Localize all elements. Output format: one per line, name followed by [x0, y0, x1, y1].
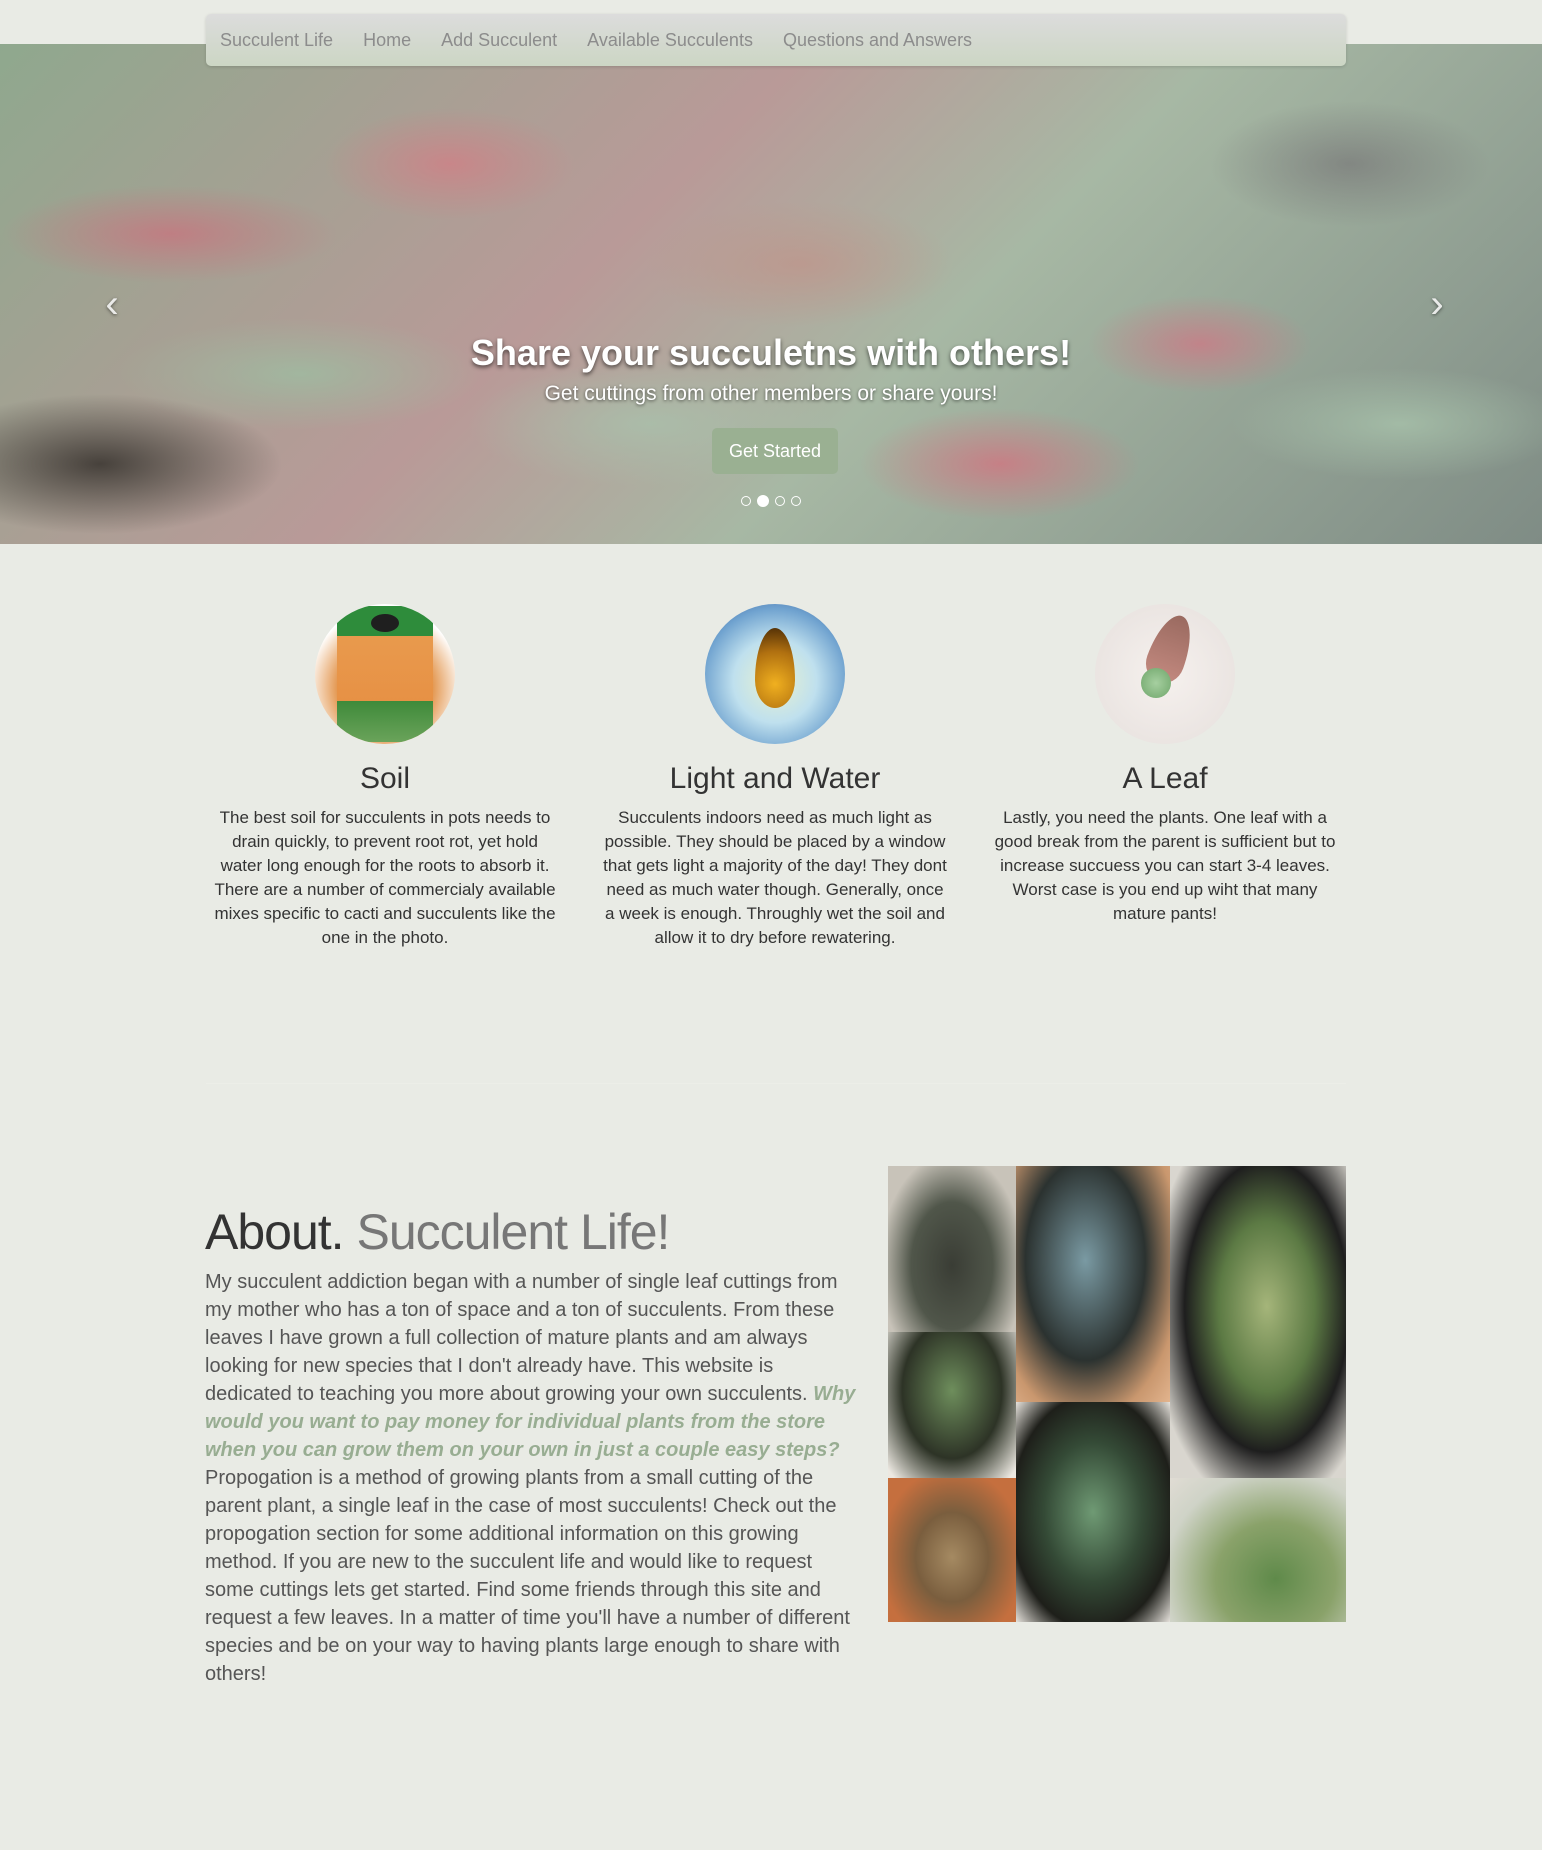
carousel-indicator-1[interactable] — [741, 496, 751, 506]
get-started-button[interactable]: Get Started — [712, 428, 838, 474]
feature-a-leaf: A Leaf Lastly, you need the plants. One … — [990, 604, 1340, 926]
potting-mix-image — [315, 604, 455, 744]
feature-light-and-water: Light and Water Succulents indoors need … — [600, 604, 950, 950]
carousel-subtitle: Get cuttings from other members or share… — [544, 382, 998, 405]
nav-item-questions-and-answers[interactable]: Questions and Answers — [783, 30, 972, 51]
navbar: Succulent Life Home Add Succulent Availa… — [206, 14, 1346, 66]
feature-title: Soil — [359, 762, 411, 795]
feature-text: Lastly, you need the plants. One leaf wi… — [994, 808, 1336, 923]
about-heading: About. Succulent Life! — [205, 1203, 670, 1261]
section-divider — [206, 1083, 1346, 1084]
collage-photo — [888, 1166, 1016, 1332]
carousel-indicator-2[interactable] — [757, 495, 769, 507]
collage-photo — [1016, 1402, 1170, 1622]
succulent-photo-collage — [888, 1166, 1346, 1622]
collage-photo — [888, 1478, 1016, 1622]
collage-photo — [1170, 1166, 1346, 1478]
nav-item-home[interactable]: Home — [363, 30, 411, 51]
carousel-indicators — [0, 495, 1542, 507]
nav-brand[interactable]: Succulent Life — [220, 30, 333, 51]
leaf-cutting-image — [1095, 604, 1235, 744]
feature-soil: Soil The best soil for succulents in pot… — [210, 604, 560, 950]
carousel-indicator-4[interactable] — [791, 496, 801, 506]
chevron-left-icon[interactable]: ‹ — [92, 282, 132, 326]
carousel-title: Share your succuletns with others! — [470, 332, 1072, 373]
about-text-rest: Propogation is a method of growing plant… — [205, 1467, 850, 1685]
water-drop-image — [705, 604, 845, 744]
hero-carousel: ‹ › Share your succuletns with others! G… — [0, 44, 1542, 544]
feature-text: Succulents indoors need as much light as… — [603, 808, 947, 947]
nav-item-available-succulents[interactable]: Available Succulents — [587, 30, 753, 51]
about-heading-muted: Succulent Life! — [356, 1204, 670, 1260]
carousel-indicator-3[interactable] — [775, 496, 785, 506]
collage-photo — [1016, 1166, 1170, 1402]
feature-title: A Leaf — [1122, 762, 1208, 795]
feature-title: Light and Water — [669, 762, 881, 795]
about-heading-main: About. — [205, 1204, 345, 1260]
feature-text: The best soil for succulents in pots nee… — [214, 808, 556, 947]
chevron-right-icon[interactable]: › — [1417, 282, 1457, 326]
about-text: My succulent addiction began with a numb… — [205, 1268, 865, 1688]
collage-photo — [888, 1332, 1016, 1478]
collage-photo — [1170, 1478, 1346, 1622]
about-text-intro: My succulent addiction began with a numb… — [205, 1271, 838, 1405]
nav-item-add-succulent[interactable]: Add Succulent — [441, 30, 557, 51]
